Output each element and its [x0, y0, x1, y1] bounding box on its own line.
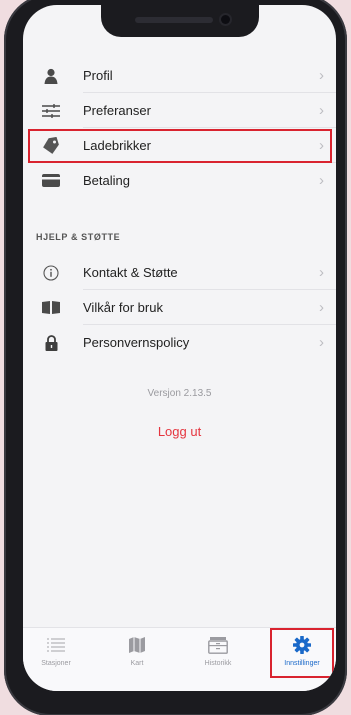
sliders-icon — [37, 101, 65, 121]
section-title-help: HJELP & STØTTE — [36, 232, 121, 242]
chevron-right-icon: › — [319, 67, 324, 84]
tab-label: Historikk — [204, 660, 232, 667]
person-icon — [37, 66, 65, 86]
chevron-right-icon: › — [319, 334, 324, 351]
tab-stasjoner[interactable]: Stasjoner — [26, 635, 86, 667]
book-icon — [37, 298, 65, 318]
phone-frame: Profil › Preferanser › Ladebrikker › Bet… — [4, 0, 347, 715]
list-icon — [26, 635, 86, 655]
settings-list: Profil › Preferanser › Ladebrikker › Bet… — [23, 58, 336, 198]
menu-item-betaling[interactable]: Betaling › — [23, 163, 336, 198]
phone-notch — [101, 5, 259, 37]
speaker-slot — [135, 17, 213, 23]
menu-item-label: Kontakt & Støtte — [83, 265, 178, 280]
chevron-right-icon: › — [319, 172, 324, 189]
menu-item-profil[interactable]: Profil › — [23, 58, 336, 93]
tab-label: Kart — [130, 660, 144, 667]
help-list: Kontakt & Støtte › Vilkår for bruk › Per… — [23, 255, 336, 360]
chevron-right-icon: › — [319, 264, 324, 281]
chevron-right-icon: › — [319, 137, 324, 154]
menu-item-label: Personvernspolicy — [83, 335, 190, 350]
menu-item-label: Betaling — [83, 173, 130, 188]
archive-icon — [188, 635, 248, 655]
app-screen: Profil › Preferanser › Ladebrikker › Bet… — [23, 5, 336, 691]
info-icon — [37, 263, 65, 283]
menu-item-label: Ladebrikker — [83, 138, 151, 153]
lock-icon — [37, 333, 65, 353]
credit-card-icon — [37, 171, 65, 191]
menu-item-vilkar[interactable]: Vilkår for bruk › — [23, 290, 336, 325]
camera-dot — [221, 15, 230, 24]
map-icon — [107, 635, 167, 655]
tab-label: Stasjoner — [41, 660, 71, 667]
logout-button[interactable]: Logg ut — [23, 424, 336, 439]
tab-bar: Stasjoner Kart Historikk Innstillinger — [23, 627, 336, 691]
tab-historikk[interactable]: Historikk — [188, 635, 248, 667]
menu-item-personvern[interactable]: Personvernspolicy › — [23, 325, 336, 360]
version-text: Versjon 2.13.5 — [147, 388, 212, 399]
menu-item-label: Preferanser — [83, 103, 151, 118]
menu-item-label: Vilkår for bruk — [83, 300, 163, 315]
chevron-right-icon: › — [319, 102, 324, 119]
chevron-right-icon: › — [319, 299, 324, 316]
menu-item-label: Profil — [83, 68, 113, 83]
tab-kart[interactable]: Kart — [107, 635, 167, 667]
menu-item-preferanser[interactable]: Preferanser › — [23, 93, 336, 128]
tag-icon — [37, 136, 65, 156]
menu-item-kontakt[interactable]: Kontakt & Støtte › — [23, 255, 336, 290]
menu-item-ladebrikker[interactable]: Ladebrikker › — [23, 128, 336, 163]
tab-highlight-box — [270, 628, 334, 678]
